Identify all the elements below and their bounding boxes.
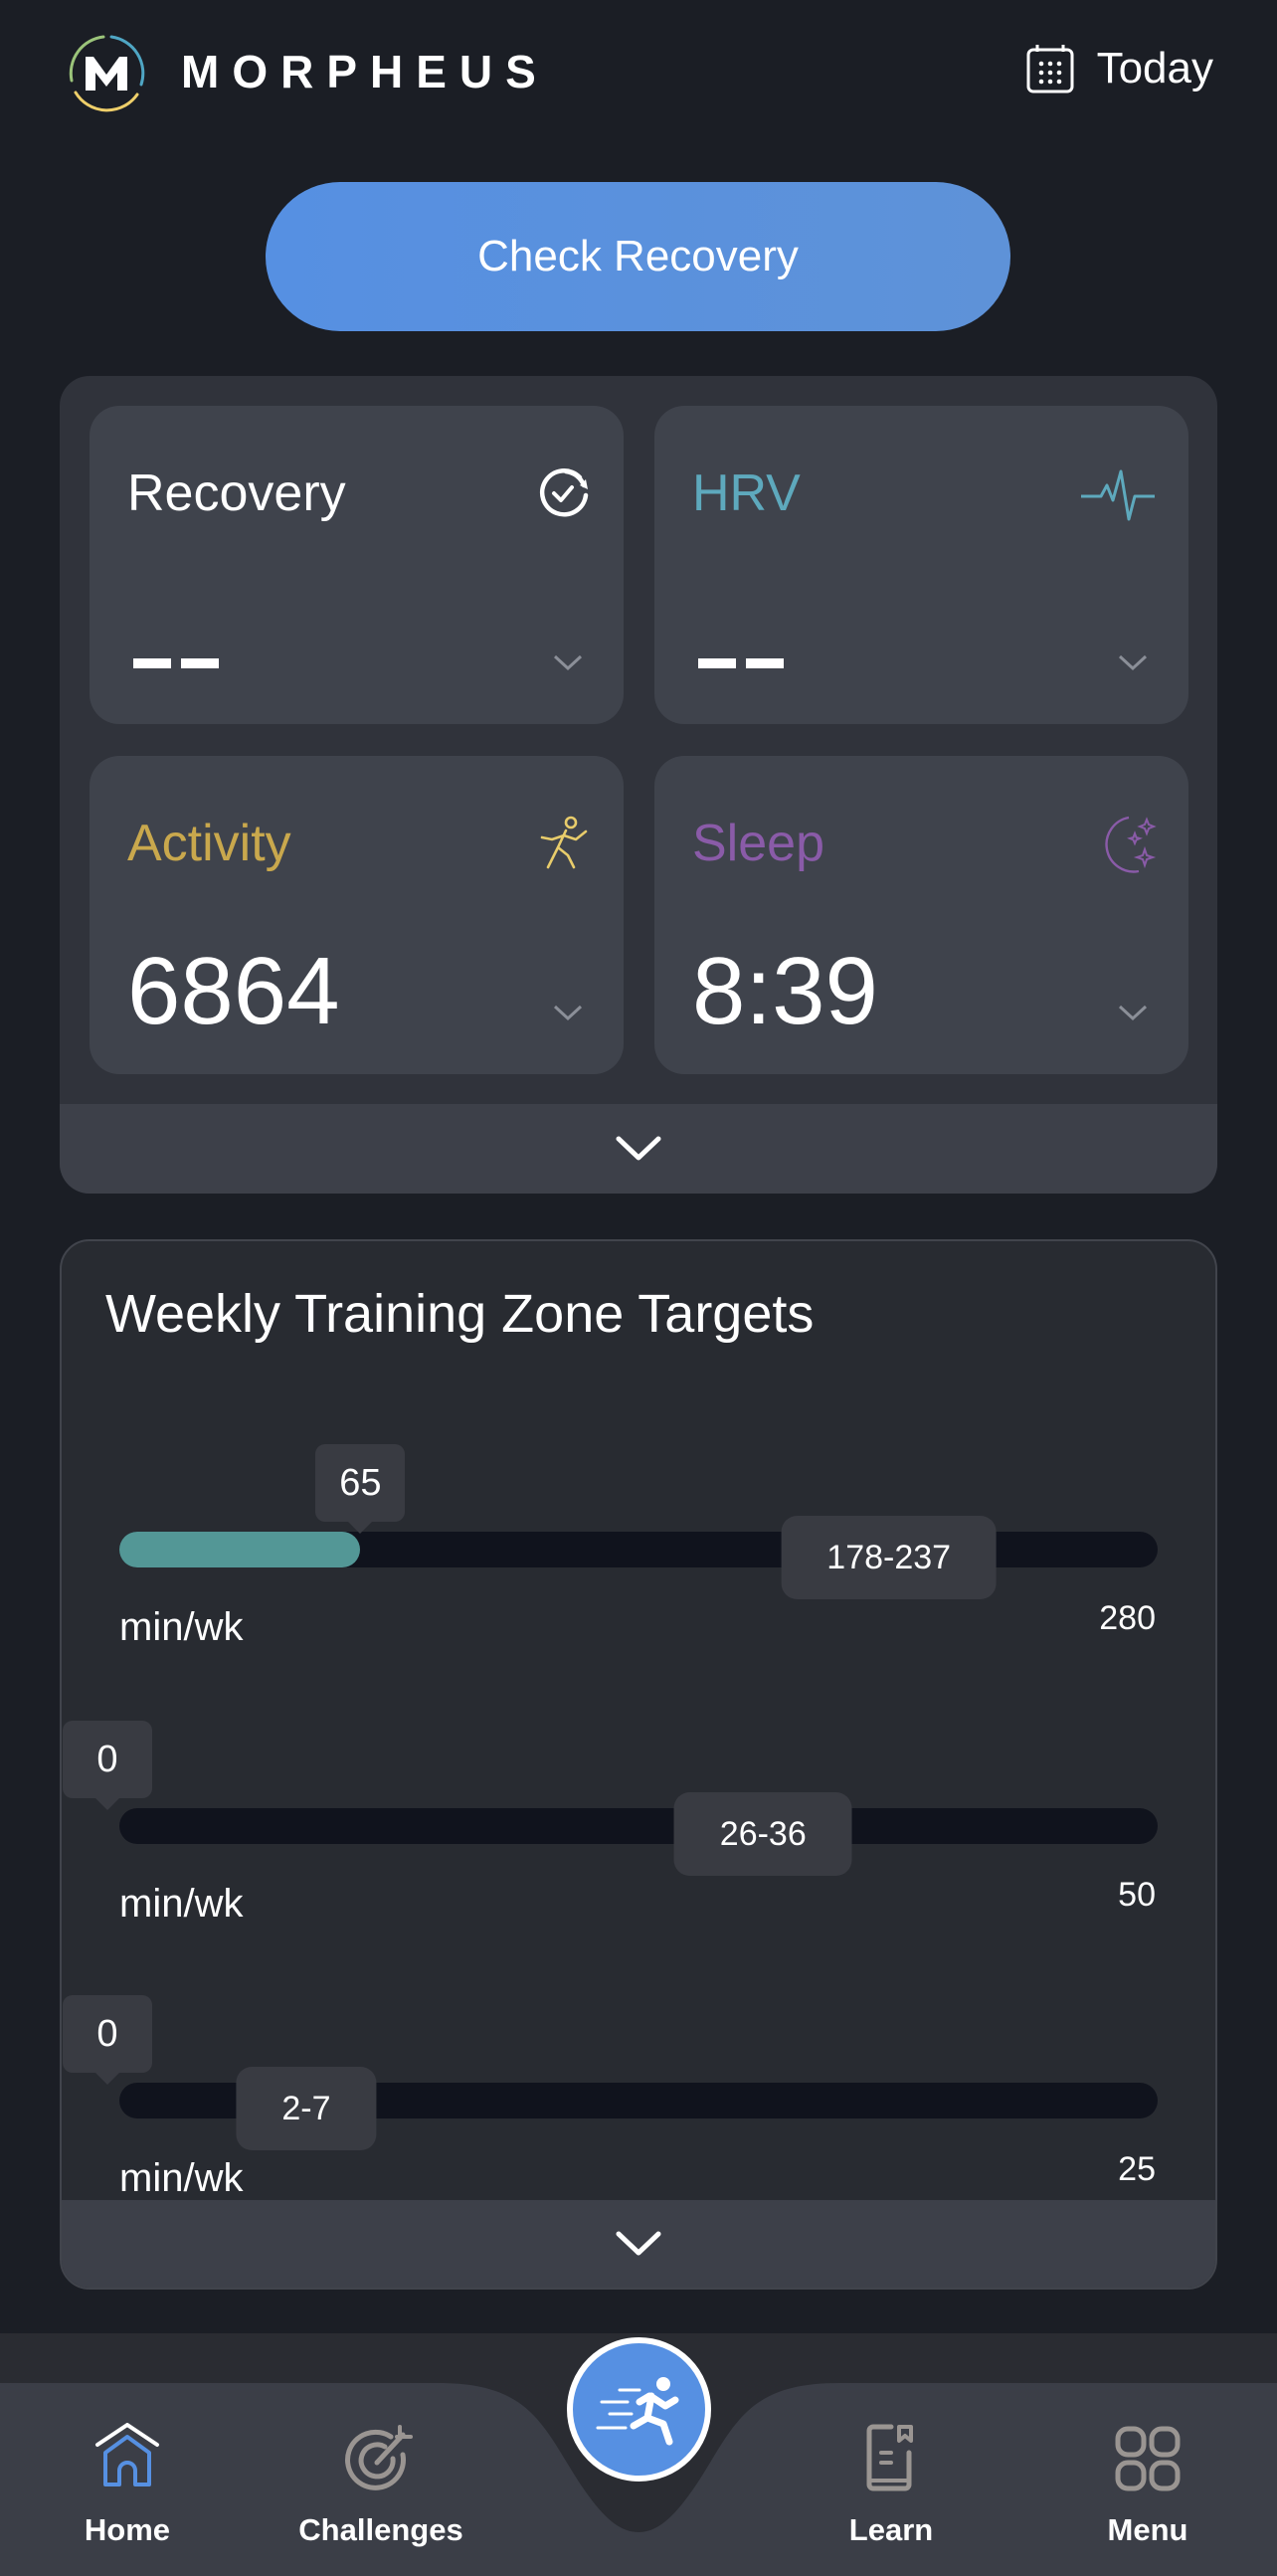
nav-learn[interactable]: Learn [792,2423,991,2548]
book-icon [866,2424,913,2491]
chevron-down-icon[interactable] [552,1003,584,1022]
zone-target-range: 26-36 [673,1792,852,1876]
sleep-card[interactable]: Sleep 8:39 [654,756,1188,1074]
training-zones-title: Weekly Training Zone Targets [105,1284,815,1344]
zone-row: 0 2-7 min/wk 25 [62,1932,1215,2200]
nav-learn-label: Learn [848,2512,934,2547]
hrv-card[interactable]: HRV [654,406,1188,724]
chevron-down-icon[interactable] [1117,652,1149,672]
zones-expand-button[interactable] [62,2200,1215,2288]
training-zones-panel: Weekly Training Zone Targets 65 178-237 … [60,1239,1217,2290]
recovery-title: Recovery [127,464,346,522]
activity-value: 6864 [127,938,340,1044]
zone-unit-label: min/wk [119,1605,244,1649]
nav-menu[interactable]: Menu [1048,2423,1247,2548]
zone-unit-label: min/wk [119,2156,244,2200]
zone-unit-label: min/wk [119,1882,244,1926]
zone-max-label: 280 [1099,1599,1156,1637]
morpheus-logo-icon [69,35,145,112]
zone-progress-fill [119,1532,361,1567]
hrv-value-placeholder [698,658,784,668]
hrv-title: HRV [692,464,801,522]
nav-home-label: Home [84,2512,171,2547]
heartbeat-icon [1081,469,1155,521]
metrics-panel: Recovery HRV Activity 6864 Sleep 8:39 [60,376,1217,1194]
nav-home[interactable]: Home [28,2423,227,2548]
zone-current-badge: 65 [315,1444,406,1522]
running-person-icon [540,816,588,869]
zone-progress-track[interactable] [119,1808,1158,1844]
recovery-card[interactable]: Recovery [90,406,624,724]
metrics-expand-button[interactable] [60,1104,1217,1194]
nav-challenges-label: Challenges [298,2512,463,2547]
moon-stars-icon [1105,816,1157,873]
sleep-title: Sleep [692,815,824,872]
brand-name: MORPHEUS [181,46,549,97]
home-icon [95,2423,159,2486]
zone-target-range: 178-237 [781,1516,998,1599]
grid-icon [1115,2426,1181,2491]
zone-current-badge: 0 [63,1995,152,2073]
nav-challenges[interactable]: Challenges [281,2423,480,2548]
recovery-value-placeholder [133,658,219,668]
zone-max-label: 25 [1118,2150,1156,2188]
zone-row: 65 178-237 min/wk 280 [62,1380,1215,1649]
zone-target-range: 2-7 [236,2067,377,2150]
date-label: Today [1096,44,1213,92]
chevron-down-icon[interactable] [552,652,584,672]
date-selector-button[interactable]: Today [1023,42,1213,95]
nav-menu-label: Menu [1107,2512,1188,2547]
chevron-down-icon [616,1136,661,1161]
running-fast-icon [596,2376,678,2445]
chevron-down-icon[interactable] [1117,1003,1149,1022]
zone-progress-track[interactable] [119,1532,1158,1567]
activity-card[interactable]: Activity 6864 [90,756,624,1074]
chevron-down-icon [616,2231,661,2256]
check-recovery-button[interactable]: Check Recovery [266,182,1010,331]
zone-max-label: 50 [1118,1876,1156,1914]
target-icon [345,2425,413,2490]
start-workout-button[interactable] [567,2337,711,2482]
app-header: MORPHEUS Today [0,0,1277,149]
recovery-check-icon [539,468,589,517]
zone-current-badge: 0 [63,1721,152,1798]
sleep-value: 8:39 [692,938,878,1044]
zone-row: 0 26-36 min/wk 50 [62,1657,1215,1926]
activity-title: Activity [127,815,291,872]
calendar-icon [1026,45,1074,93]
